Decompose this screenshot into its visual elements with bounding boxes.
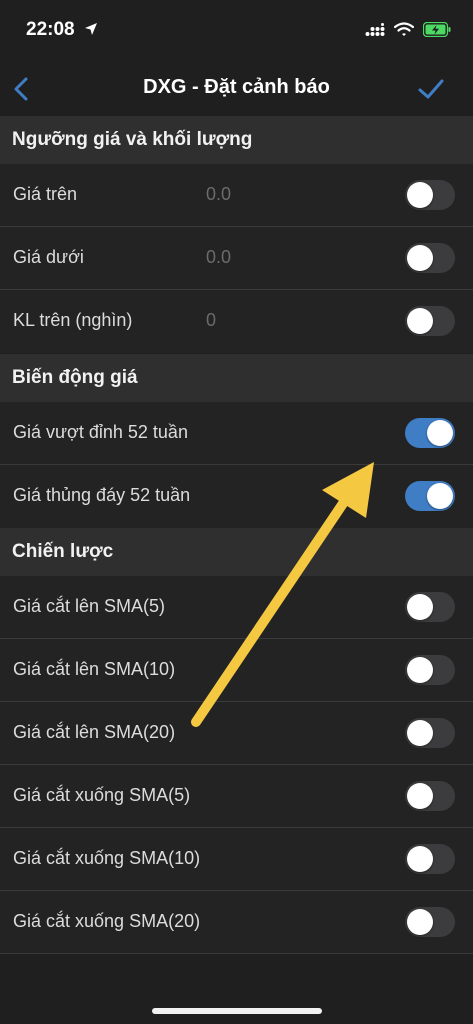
row-label: Giá trên <box>13 184 78 204</box>
cross-down-sma10-toggle[interactable] <box>405 844 455 874</box>
toggle-knob <box>407 245 433 271</box>
list-item: Giá vượt đỉnh 52 tuần <box>0 402 473 465</box>
volume-above-toggle[interactable] <box>405 306 455 336</box>
row-label: Giá cắt lên SMA(20) <box>13 722 176 742</box>
price-above-input[interactable]: 0.0 <box>206 184 231 205</box>
row-label: KL trên (nghìn) <box>13 310 133 330</box>
toggle-knob <box>407 909 433 935</box>
section-title: Ngưỡng giá và khối lượng <box>12 129 253 150</box>
list-item: Giá cắt lên SMA(5) <box>0 576 473 639</box>
toggle-knob <box>427 483 453 509</box>
52-week-high-toggle[interactable] <box>405 418 455 448</box>
toggle-knob <box>407 783 433 809</box>
toggle-knob <box>407 308 433 334</box>
list-item: Giá cắt lên SMA(20) <box>0 702 473 765</box>
cross-down-sma5-toggle[interactable] <box>405 781 455 811</box>
status-time: 22:08 <box>26 19 75 40</box>
toggle-knob <box>407 846 433 872</box>
cellular-signal-icon <box>365 22 385 36</box>
status-bar: 22:08 <box>0 0 473 60</box>
list-item: Giá thủng đáy 52 tuần <box>0 465 473 528</box>
row-label: Giá cắt xuống SMA(10) <box>13 848 201 868</box>
list-item: KL trên (nghìn) 0 <box>0 290 473 353</box>
section-title: Biến động giá <box>12 367 138 388</box>
divider <box>0 953 473 954</box>
list-item: Giá cắt xuống SMA(10) <box>0 828 473 891</box>
toggle-knob <box>407 657 433 683</box>
cross-up-sma20-toggle[interactable] <box>405 718 455 748</box>
navigation-bar: DXG - Đặt cảnh báo <box>0 60 473 116</box>
section-title: Chiến lược <box>12 541 114 562</box>
row-label: Giá vượt đỉnh 52 tuần <box>13 422 188 442</box>
price-below-toggle[interactable] <box>405 243 455 273</box>
home-indicator[interactable] <box>152 1008 322 1014</box>
toggle-knob <box>427 420 453 446</box>
row-label: Giá thủng đáy 52 tuần <box>13 485 191 505</box>
52-week-low-toggle[interactable] <box>405 481 455 511</box>
wifi-icon <box>394 22 414 36</box>
cross-up-sma10-toggle[interactable] <box>405 655 455 685</box>
cross-down-sma20-toggle[interactable] <box>405 907 455 937</box>
cross-up-sma5-toggle[interactable] <box>405 592 455 622</box>
list-item: Giá dưới 0.0 <box>0 227 473 290</box>
row-label: Giá dưới <box>13 247 84 267</box>
page-title: DXG - Đặt cảnh báo <box>143 76 330 98</box>
bottom-area <box>0 958 473 1024</box>
toggle-knob <box>407 594 433 620</box>
section-header-price-volume: Ngưỡng giá và khối lượng <box>0 116 473 164</box>
row-label: Giá cắt xuống SMA(5) <box>13 785 191 805</box>
list-item: Giá cắt xuống SMA(20) <box>0 891 473 954</box>
price-below-input[interactable]: 0.0 <box>206 247 231 268</box>
list-item: Giá cắt lên SMA(10) <box>0 639 473 702</box>
row-label: Giá cắt xuống SMA(20) <box>13 911 201 931</box>
row-label: Giá cắt lên SMA(5) <box>13 596 166 616</box>
row-label: Giá cắt lên SMA(10) <box>13 659 176 679</box>
toggle-knob <box>407 182 433 208</box>
section-header-strategy: Chiến lược <box>0 528 473 576</box>
list-item: Giá cắt xuống SMA(5) <box>0 765 473 828</box>
checkmark-icon[interactable] <box>417 76 445 102</box>
volume-above-input[interactable]: 0 <box>206 310 216 331</box>
section-header-price-movement: Biến động giá <box>0 354 473 402</box>
list-item: Giá trên 0.0 <box>0 164 473 227</box>
price-above-toggle[interactable] <box>405 180 455 210</box>
toggle-knob <box>407 720 433 746</box>
location-arrow-icon <box>85 23 97 35</box>
battery-charging-icon <box>423 22 451 37</box>
